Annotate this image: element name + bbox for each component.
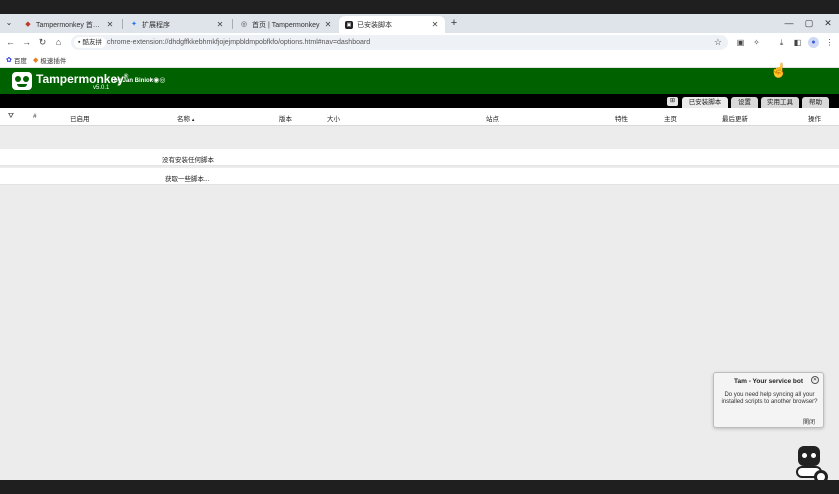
browser-window: ⌄ ◆ Tampermonkey 首次使用说明 | ✕ ✦ 扩展程序 ✕ ◎ 首… (0, 14, 839, 480)
author-credit: by Jan Biniok (114, 78, 154, 84)
tab-help[interactable]: 帮助 (802, 97, 829, 108)
close-icon[interactable]: ✕ (216, 20, 224, 29)
tampermonkey-favicon-icon: ◆ (25, 20, 31, 28)
col-number[interactable]: # (33, 113, 37, 120)
tampermonkey-favicon-icon: ◎ (240, 20, 248, 28)
col-enabled[interactable]: 已启用 (70, 113, 90, 123)
puzzle-icon: ✦ (131, 20, 137, 28)
screen-bottom-bar (0, 480, 839, 494)
sort-asc-icon: ▴ (191, 117, 195, 123)
tab-search-icon[interactable]: ⌄ (3, 17, 15, 29)
tampermonkey-extension-icon[interactable]: ▣ (735, 37, 746, 48)
tab-title: Tampermonkey 首次使用说明 | (36, 21, 102, 29)
site-info-label: 酷友拼 (82, 39, 102, 46)
tab-title: 已安装脚本 (357, 21, 392, 29)
download-icon[interactable]: ⤓ (776, 37, 787, 48)
bookmark-plugins[interactable]: ◆ 极速插件 (33, 55, 66, 65)
tab-title: 首页 | Tampermonkey (252, 21, 320, 29)
bot-title: Tam - Your service bot (734, 378, 803, 385)
tab-installed-userscripts[interactable]: 已安装脚本 (682, 97, 728, 108)
new-script-icon[interactable]: ⊞ (667, 97, 678, 106)
bot-dismiss-button[interactable]: 関闭 (803, 417, 815, 426)
col-version[interactable]: 版本 (279, 113, 292, 123)
tab-title: 扩展程序 (142, 21, 170, 29)
get-scripts-link[interactable]: 获取一些脚本... (165, 173, 209, 183)
maximize-icon[interactable]: ▢ (803, 17, 815, 29)
tampermonkey-dashboard: Tampermonkey® by Jan Biniok ◔◉◎ v5.0.1 ⊞… (0, 68, 839, 480)
no-scripts-message: 没有安装任何脚本 (162, 157, 214, 164)
bookmarks-bar: ✿ 百度 ◆ 极速插件 (0, 52, 839, 68)
minimize-icon[interactable]: — (783, 17, 795, 29)
hand-cursor-icon: ☝ (770, 62, 788, 78)
close-icon[interactable]: ✕ (324, 20, 332, 29)
table-row: 没有安装任何脚本 (0, 149, 839, 166)
close-icon[interactable]: ✕ (106, 20, 114, 29)
table-row: 获取一些脚本... (0, 168, 839, 185)
col-features[interactable]: 特性 (615, 113, 628, 123)
tab-settings[interactable]: 设置 (731, 97, 758, 108)
profile-avatar-icon[interactable]: ● (808, 37, 819, 48)
screen-top-bar (0, 0, 839, 14)
col-size[interactable]: 大小 (327, 113, 340, 123)
extension-page-icon: ▪ (78, 39, 81, 46)
plugin-site-icon: ◆ (33, 57, 39, 64)
col-sites[interactable]: 站点 (486, 113, 499, 123)
new-tab-icon[interactable]: + (448, 17, 460, 29)
tab-tampermonkey-guide[interactable]: ◆ Tampermonkey 首次使用说明 | ✕ (18, 16, 120, 33)
tab-tampermonkey-home[interactable]: ◎ 首页 | Tampermonkey ✕ (234, 16, 338, 33)
service-bot-avatar-icon[interactable] (794, 446, 830, 480)
app-version: v5.0.1 (93, 85, 110, 91)
address-bar[interactable]: ▪ 酷友拼 chrome-extension://dhdgffkkebhmkfj… (71, 35, 728, 50)
extensions-puzzle-icon[interactable]: ✧ (751, 37, 762, 48)
tab-strip: ⌄ ◆ Tampermonkey 首次使用说明 | ✕ ✦ 扩展程序 ✕ ◎ 首… (0, 14, 839, 33)
bookmark-label: 百度 (13, 58, 27, 65)
social-icons[interactable]: ◔◉◎ (149, 76, 165, 84)
filter-icon[interactable]: ⛛ (8, 113, 14, 121)
feedback-icon[interactable]: ◎ (159, 77, 165, 84)
window-close-icon[interactable]: ✕ (822, 17, 834, 29)
tab-separator (122, 19, 123, 29)
bookmark-star-icon[interactable]: ☆ (714, 37, 722, 48)
tampermonkey-nav: ⊞ 已安装脚本 设置 实用工具 帮助 (0, 94, 839, 108)
tampermonkey-logo-icon (12, 72, 32, 90)
back-icon[interactable]: ← (5, 37, 16, 48)
url-text[interactable]: chrome-extension://dhdgffkkebhmkfjojejmp… (107, 38, 370, 47)
tab-installed-scripts[interactable]: ▣ 已安装脚本 ✕ (339, 16, 445, 33)
tab-extensions[interactable]: ✦ 扩展程序 ✕ (124, 16, 230, 33)
scripts-table-header: ⛛ # 已启用 名称 ▴ 版本 大小 站点 特性 主页 最后更新 操作 (0, 108, 839, 126)
bookmark-baidu[interactable]: ✿ 百度 (6, 55, 27, 65)
browser-toolbar: ← → ↻ ⌂ ▪ 酷友拼 chrome-extension://dhdgffk… (0, 33, 839, 52)
tab-separator (232, 19, 233, 29)
col-last-updated[interactable]: 最后更新 (722, 113, 748, 123)
site-info-chip[interactable]: ▪ 酷友拼 (74, 37, 106, 48)
bookmark-label: 极速插件 (40, 58, 67, 65)
menu-icon[interactable]: ⋮ (824, 37, 835, 48)
reload-icon[interactable]: ↻ (37, 37, 48, 48)
bot-message: Do you need help syncing all your instal… (721, 392, 818, 405)
close-icon[interactable]: ✕ (431, 20, 439, 29)
tab-utilities[interactable]: 实用工具 (761, 97, 799, 108)
side-panel-icon[interactable]: ◧ (792, 37, 803, 48)
forward-icon[interactable]: → (21, 37, 32, 48)
col-actions[interactable]: 操作 (808, 113, 821, 123)
tampermonkey-favicon-icon: ▣ (345, 20, 353, 29)
baidu-icon: ✿ (6, 57, 12, 64)
service-bot-bubble: Tam - Your service bot ✕ Do you need hel… (713, 372, 824, 428)
col-name[interactable]: 名称 ▴ (177, 113, 194, 123)
close-icon[interactable]: ✕ (811, 376, 819, 384)
col-homepage[interactable]: 主页 (664, 113, 677, 123)
tampermonkey-header: Tampermonkey® by Jan Biniok ◔◉◎ v5.0.1 (0, 68, 839, 94)
home-icon[interactable]: ⌂ (53, 37, 64, 48)
